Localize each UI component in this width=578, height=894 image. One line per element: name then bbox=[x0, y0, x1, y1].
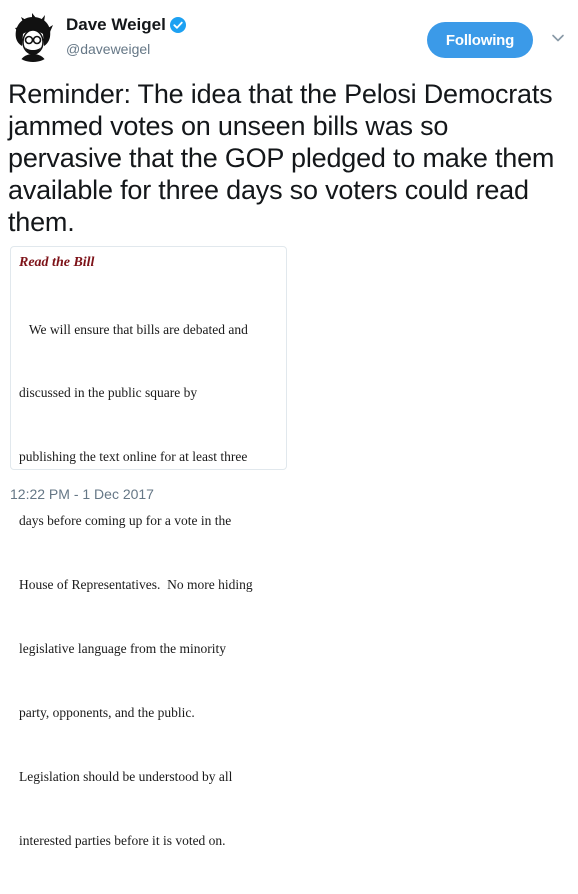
card-body: We will ensure that bills are debated an… bbox=[19, 276, 285, 894]
author-name-row: Dave Weigel bbox=[66, 15, 186, 35]
card-line: party, opponents, and the public. bbox=[19, 704, 195, 720]
card-line: Legislation should be understood by all bbox=[19, 768, 233, 784]
card-title: Read the Bill bbox=[19, 255, 95, 270]
avatar[interactable] bbox=[8, 12, 58, 62]
card-line: interested parties before it is voted on… bbox=[19, 832, 226, 848]
tweet-text: Reminder: The idea that the Pelosi Democ… bbox=[8, 79, 555, 237]
card-line: days before coming up for a vote in the bbox=[19, 513, 232, 529]
caricature-avatar-icon bbox=[8, 12, 58, 62]
timestamp[interactable]: 12:22 PM - 1 Dec 2017 bbox=[10, 486, 154, 502]
display-name[interactable]: Dave Weigel bbox=[66, 15, 166, 35]
card-line: legislative language from the minority bbox=[19, 641, 226, 657]
card-line: We will ensure that bills are debated an… bbox=[19, 321, 248, 337]
card-line: discussed in the public square by bbox=[19, 385, 198, 401]
following-button[interactable]: Following bbox=[427, 22, 533, 58]
verified-badge-icon bbox=[169, 17, 186, 33]
card-line: publishing the text online for at least … bbox=[19, 449, 248, 465]
chevron-down-icon[interactable] bbox=[551, 33, 565, 43]
card-line: House of Representatives. No more hiding bbox=[19, 577, 253, 593]
tweet: Dave Weigel @daveweigel Following Remind… bbox=[0, 0, 578, 848]
attached-image-card[interactable]: Read the Bill We will ensure that bills … bbox=[10, 246, 287, 848]
author-handle[interactable]: @daveweigel bbox=[66, 41, 150, 57]
